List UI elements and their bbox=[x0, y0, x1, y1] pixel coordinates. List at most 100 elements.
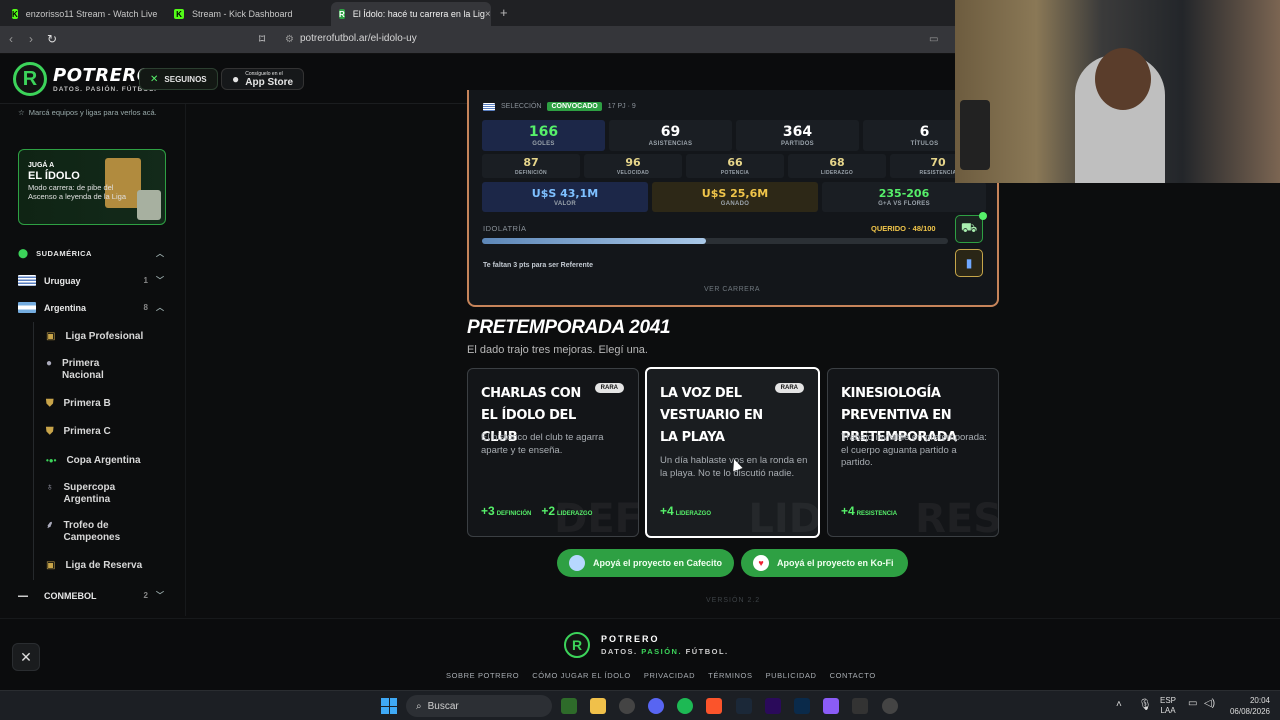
league-crest-icon: ▣ bbox=[46, 331, 56, 342]
browser-tab[interactable]: K Stream - Kick Dashboard bbox=[166, 2, 328, 26]
jersey-image bbox=[137, 190, 161, 220]
league-item[interactable]: ▣ Liga Profesional bbox=[46, 331, 143, 343]
reload-icon[interactable]: ↻ bbox=[47, 32, 57, 46]
sidebar-item-conmebol[interactable]: ▬▬ CONMEBOL 2 ﹀ bbox=[18, 590, 164, 601]
folder-icon[interactable] bbox=[590, 698, 606, 714]
follow-button[interactable]: ✕ SEGUINOS bbox=[139, 68, 218, 90]
upgrade-option-1[interactable]: CHARLAS CON EL ÍDOLO DEL CLUB RARA El hi… bbox=[467, 368, 639, 537]
league-item[interactable]: ⸙ Trofeo de Campeones bbox=[46, 520, 136, 544]
volume-icon[interactable]: ◁) bbox=[1204, 698, 1215, 709]
bottle bbox=[960, 100, 990, 170]
back-icon[interactable]: ‹ bbox=[9, 32, 13, 46]
site-info-icon[interactable]: ⚙ bbox=[285, 34, 294, 45]
league-item[interactable]: ▣ Liga de Reserva bbox=[46, 560, 142, 572]
potrero-icon: R bbox=[339, 9, 345, 19]
footer-logo-icon: R bbox=[564, 632, 590, 658]
photoshop-icon[interactable] bbox=[794, 698, 810, 714]
footer-link[interactable]: PRIVACIDAD bbox=[644, 671, 695, 680]
browser-tab-active[interactable]: R El Ídolo: hacé tu carrera en la Lig × bbox=[331, 2, 491, 26]
capcut-icon[interactable] bbox=[852, 698, 868, 714]
bonus-list: +4 RESISTENCIA bbox=[841, 504, 898, 518]
trophy-icon: ⸙ bbox=[46, 520, 54, 531]
clock[interactable]: 20:04 06/08/2026 bbox=[1226, 695, 1270, 717]
bookmark-icon[interactable]: ⌑ bbox=[259, 32, 265, 46]
view-career-link[interactable]: VER CARRERA bbox=[704, 286, 760, 293]
tree-line bbox=[33, 322, 34, 580]
league-item[interactable]: ⛊ Primera B bbox=[46, 398, 111, 410]
career-card: SELECCIÓN CONVOCADO 17 PJ · 9 166 GOLES 6… bbox=[467, 90, 999, 307]
league-item[interactable]: ♁ Supercopa Argentina bbox=[46, 482, 136, 506]
uruguay-flag-icon bbox=[483, 102, 495, 111]
brave-icon[interactable] bbox=[706, 698, 722, 714]
cart-icon[interactable]: ⛟ bbox=[955, 215, 983, 243]
stat-goals: 166 GOLES bbox=[482, 120, 605, 151]
cafecito-icon bbox=[569, 555, 585, 571]
language-indicator[interactable]: ESP LAA bbox=[1160, 696, 1176, 716]
taskbar-search[interactable]: ⌕ Buscar bbox=[406, 695, 552, 717]
premiere-icon[interactable] bbox=[765, 698, 781, 714]
url-field[interactable]: potrerofutbol.ar/el-idolo-uy bbox=[300, 33, 417, 44]
windows-taskbar: ⌕ Buscar ˄ 🎙 ESP LAA ▭ ◁) 20:04 06/08/20… bbox=[0, 690, 1280, 720]
bonus-list: +3 DEFINICIÓN +2 LIDERAZGO bbox=[481, 504, 593, 518]
discord-icon[interactable] bbox=[648, 698, 664, 714]
x-social-icon[interactable]: ✕ bbox=[12, 643, 40, 671]
attr-liderazgo: 68 LIDERAZGO bbox=[788, 154, 886, 178]
league-item[interactable]: •●• Copa Argentina bbox=[46, 455, 141, 467]
mic-icon[interactable]: 🎙 bbox=[1138, 698, 1152, 711]
footer-link[interactable]: TÉRMINOS bbox=[708, 671, 752, 680]
section-title: PRETEMPORADA 2041 bbox=[467, 317, 671, 338]
sidebar-item-uruguay[interactable]: Uruguay 1 ﹀ bbox=[18, 275, 164, 286]
webcam-overlay bbox=[955, 0, 1280, 183]
app-icon[interactable] bbox=[823, 698, 839, 714]
region-sudamerica[interactable]: ⬤ SUDAMÉRICA ︿ bbox=[18, 248, 164, 259]
attr-definicion: 87 DEFINICIÓN bbox=[482, 154, 580, 178]
kick-icon: K bbox=[174, 9, 184, 19]
rarity-badge: RARA bbox=[774, 383, 804, 393]
browser-tab[interactable]: K enzorisso11 Stream - Watch Live bbox=[4, 2, 164, 26]
league-item[interactable]: ⛊ Primera C bbox=[46, 426, 111, 438]
steam-icon[interactable] bbox=[736, 698, 752, 714]
network-icon[interactable]: ▭ bbox=[1188, 698, 1197, 709]
footer-tagline: DATOS. PASIÓN. FÚTBOL. bbox=[601, 647, 729, 656]
upgrade-option-3[interactable]: KINESIOLOGÍA PREVENTIVA EN PRETEMPORADA … bbox=[827, 368, 999, 537]
upgrade-option-2-selected[interactable]: LA VOZ DEL VESTUARIO EN LA PLAYA RARA Un… bbox=[645, 367, 820, 538]
apple-icon: ● bbox=[232, 72, 240, 86]
cast-icon[interactable]: ▭ bbox=[929, 34, 938, 45]
footer-link[interactable]: PUBLICIDAD bbox=[766, 671, 817, 680]
shield-icon: ⛊ bbox=[46, 426, 54, 437]
footer-link[interactable]: CONTACTO bbox=[830, 671, 876, 680]
rarity-badge: RARA bbox=[594, 383, 624, 393]
close-tab-icon[interactable]: × bbox=[485, 9, 491, 20]
shield-icon: ⛊ bbox=[46, 398, 54, 409]
stat-earned: U$S 25,6M GANADO bbox=[652, 182, 818, 212]
sidebar-item-argentina[interactable]: Argentina 8 ︿ bbox=[18, 302, 164, 313]
settings-icon[interactable] bbox=[882, 698, 898, 714]
map-pin-icon: ⬤ bbox=[18, 248, 29, 258]
promo-card[interactable]: JUGÁ A EL ÍDOLO Modo carrera: de pibe de… bbox=[18, 149, 166, 225]
version-label: VERSIÓN 2.2 bbox=[706, 597, 761, 604]
potrero-logo-icon: R bbox=[13, 62, 47, 96]
new-tab-button[interactable]: + bbox=[500, 5, 508, 20]
footer-link[interactable]: CÓMO JUGAR EL ÍDOLO bbox=[532, 671, 631, 680]
chevron-up-icon[interactable]: ˄ bbox=[1116, 699, 1122, 710]
stat-record: 235-206 G+A VS FLORES bbox=[822, 182, 986, 212]
chevron-down-icon: ﹀ bbox=[156, 591, 164, 600]
footer-link[interactable]: SOBRE POTRERO bbox=[446, 671, 519, 680]
league-item[interactable]: ● Primera Nacional bbox=[46, 358, 136, 382]
windows-start-icon[interactable] bbox=[381, 698, 397, 714]
argentina-flag-icon bbox=[18, 302, 36, 313]
forward-icon[interactable]: › bbox=[29, 32, 33, 46]
idolatria-status: QUERIDO · 48/100 bbox=[871, 224, 936, 233]
kofi-button[interactable]: ♥ Apoyá el proyecto en Ko-Fi bbox=[741, 549, 908, 577]
star-icon: ☆ bbox=[18, 108, 25, 117]
spotify-icon[interactable] bbox=[677, 698, 693, 714]
league-crest-icon: ▣ bbox=[46, 560, 56, 571]
cafecito-button[interactable]: Apoyá el proyecto en Cafecito bbox=[557, 549, 735, 577]
idolatria-progress-fill bbox=[482, 238, 706, 244]
trash-icon[interactable]: ▮ bbox=[955, 249, 983, 277]
nvidia-icon[interactable] bbox=[561, 698, 577, 714]
app-store-button[interactable]: ● Consíguelo en el App Store bbox=[221, 68, 305, 90]
site-logo[interactable]: R POTRERO DATOS. PASIÓN. FÚTBOL. bbox=[13, 62, 157, 96]
x-icon: ✕ bbox=[150, 73, 159, 85]
obs-icon[interactable] bbox=[619, 698, 635, 714]
